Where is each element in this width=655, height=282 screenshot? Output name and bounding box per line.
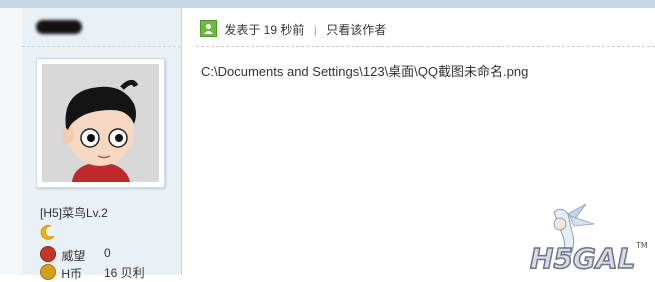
svg-text:H5GAL: H5GAL: [530, 242, 635, 275]
stat-value: 16 贝利: [104, 266, 145, 280]
stat-value: 0: [104, 246, 111, 260]
top-border: [0, 0, 655, 8]
username-redacted: [36, 20, 82, 34]
avatar[interactable]: [42, 64, 159, 182]
h5gal-logo: H5GAL TM: [529, 204, 648, 275]
header-separator: |: [313, 23, 317, 37]
post-header: 发表于 19 秒前 | 只看该作者: [200, 20, 386, 38]
user-level: [H5]菜鸟Lv.2: [40, 206, 108, 220]
svg-text:TM: TM: [635, 241, 648, 250]
only-author-link[interactable]: 只看该作者: [326, 23, 386, 37]
avatar-cartoon-boy-icon: [42, 64, 159, 182]
left-gutter: [0, 8, 23, 275]
post-time: 发表于 19 秒前: [224, 23, 305, 37]
avatar-frame[interactable]: [36, 58, 165, 188]
stat-reputation: 威望 0: [40, 246, 111, 264]
medal-icon: [40, 246, 56, 262]
sidebar-divider: [22, 46, 181, 47]
stat-label: H币: [61, 267, 83, 281]
coin-icon: [40, 264, 56, 280]
stat-label: 威望: [61, 249, 86, 263]
moon-icon: [40, 225, 55, 240]
post-content: C:\Documents and Settings\123\桌面\QQ截图未命名…: [201, 64, 529, 79]
header-divider: [196, 46, 655, 47]
post-status-icon: [200, 20, 217, 37]
stat-coins: H币 16 贝利: [40, 264, 145, 282]
